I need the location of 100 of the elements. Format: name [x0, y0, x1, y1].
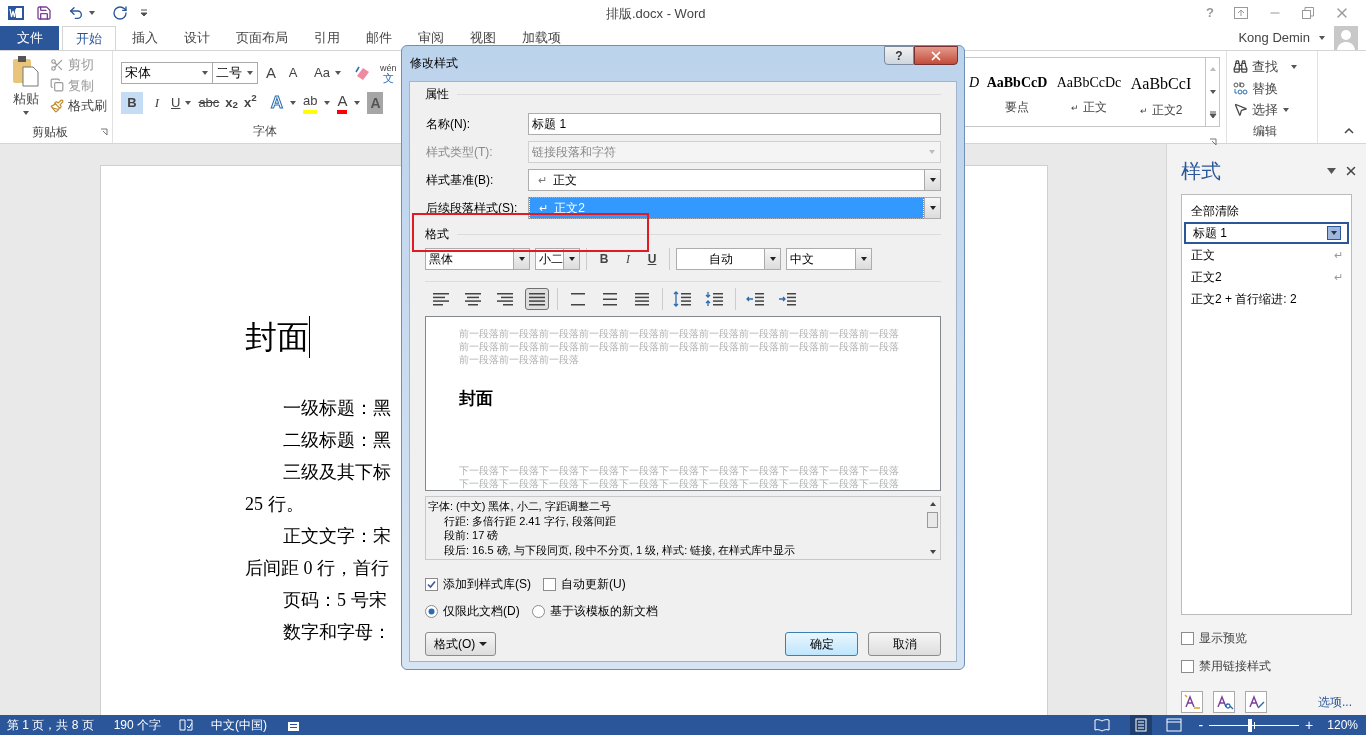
- gallery-scrollbar[interactable]: [1205, 58, 1219, 126]
- name-field[interactable]: 标题 1: [528, 113, 941, 135]
- undo-icon[interactable]: [68, 5, 84, 21]
- size-dropdown[interactable]: 小二: [535, 248, 580, 270]
- dropdown-button[interactable]: [924, 198, 940, 218]
- style-list-item[interactable]: 正文2 + 首行缩进: 2: [1184, 288, 1349, 310]
- style-gallery-item[interactable]: D: [967, 58, 981, 126]
- font-size-box[interactable]: 二号: [212, 62, 258, 84]
- zoom-level[interactable]: 120%: [1327, 716, 1358, 734]
- language-indicator[interactable]: 中文(中国): [211, 716, 268, 734]
- subscript-button[interactable]: x$_{2}$: [225, 92, 239, 114]
- help-button[interactable]: ?: [884, 46, 914, 65]
- checkbox-option[interactable]: 显示预览: [1181, 629, 1352, 647]
- scroll-down-icon[interactable]: [1208, 88, 1217, 96]
- read-mode-icon[interactable]: [1094, 718, 1111, 732]
- checkbox[interactable]: [1181, 659, 1194, 673]
- slider-thumb[interactable]: [1247, 718, 1252, 732]
- ribbon-tab[interactable]: 加载项: [509, 26, 574, 50]
- bold-button[interactable]: B: [121, 92, 143, 114]
- ribbon-tab[interactable]: 引用: [301, 26, 353, 50]
- strikethrough-button[interactable]: abc: [198, 92, 220, 114]
- zoom-slider[interactable]: [1209, 718, 1300, 732]
- close-button[interactable]: [914, 46, 958, 65]
- dropdown-button[interactable]: [764, 249, 780, 269]
- font-name-box[interactable]: 宋体: [121, 62, 213, 84]
- dropdown-button[interactable]: [563, 249, 579, 269]
- color-dropdown[interactable]: 自动: [676, 248, 781, 270]
- dropdown-button[interactable]: [513, 249, 529, 269]
- word-logo-icon[interactable]: [8, 5, 24, 21]
- customize-icon[interactable]: [140, 9, 148, 17]
- language-dropdown[interactable]: 中文: [786, 248, 872, 270]
- dropdown-button[interactable]: [855, 249, 871, 269]
- zoom-out-button[interactable]: -: [1198, 714, 1204, 735]
- format-painter-button[interactable]: 格式刷: [50, 96, 107, 116]
- style-list-item[interactable]: 全部清除: [1184, 200, 1349, 222]
- print-layout-icon[interactable]: [1130, 715, 1153, 735]
- shrink-font-button[interactable]: A: [284, 62, 302, 84]
- style-list-item[interactable]: 标题 1: [1184, 222, 1349, 244]
- options-link[interactable]: 选项...: [1318, 693, 1352, 711]
- ribbon-tab[interactable]: 插入: [119, 26, 171, 50]
- ok-button[interactable]: 确定: [785, 632, 858, 656]
- font-dropdown[interactable]: 黑体: [425, 248, 530, 270]
- checkbox-option[interactable]: 添加到样式库(S): [425, 575, 531, 593]
- file-tab[interactable]: 文件: [0, 26, 59, 50]
- underline-button[interactable]: U: [171, 92, 193, 114]
- page-count[interactable]: 第 1 页，共 8 页: [7, 716, 94, 734]
- proofing-icon[interactable]: [179, 718, 194, 732]
- change-case-button[interactable]: Aa: [314, 62, 342, 84]
- checkbox[interactable]: [543, 577, 556, 591]
- radio-button[interactable]: [531, 604, 545, 618]
- ribbon-tab[interactable]: 开始: [62, 26, 116, 50]
- superscript-button[interactable]: x$^{2}$: [244, 92, 257, 114]
- word-count[interactable]: 190 个字: [113, 716, 162, 734]
- save-icon[interactable]: [36, 5, 52, 21]
- ribbon-tab[interactable]: 审阅: [405, 26, 457, 50]
- replace-button[interactable]: 替换: [1233, 78, 1317, 98]
- scroll-thumb[interactable]: [927, 512, 938, 528]
- dropdown-button[interactable]: [1327, 226, 1341, 240]
- checkbox-option[interactable]: 禁用链接样式: [1181, 657, 1352, 675]
- radio-option[interactable]: 基于该模板的新文档: [531, 602, 658, 620]
- redo-icon[interactable]: [112, 5, 128, 21]
- eraser-icon[interactable]: [353, 64, 372, 82]
- close-icon[interactable]: [1344, 164, 1358, 178]
- radio-option[interactable]: 仅限此文档(D): [425, 602, 520, 620]
- italic-button[interactable]: I: [617, 250, 639, 268]
- style-list-item[interactable]: 正文2 ↵: [1184, 266, 1349, 288]
- style-gallery-item[interactable]: AaBbCcI ↵ 正文2: [1125, 58, 1197, 126]
- select-button[interactable]: 选择: [1233, 100, 1317, 120]
- collapse-ribbon-icon[interactable]: [1344, 127, 1354, 135]
- expand-gallery-icon[interactable]: [1208, 110, 1217, 119]
- find-button[interactable]: 查找: [1233, 57, 1317, 77]
- restore-icon[interactable]: [1302, 7, 1314, 19]
- zoom-in-button[interactable]: +: [1305, 714, 1314, 735]
- paragraph-format-button[interactable]: [525, 288, 549, 310]
- grow-font-button[interactable]: A: [262, 62, 280, 84]
- checkbox-option[interactable]: 自动更新(U): [543, 575, 626, 593]
- italic-button[interactable]: I: [149, 92, 165, 114]
- dropdown-button[interactable]: [924, 170, 940, 190]
- user-name[interactable]: Kong Demin: [1238, 28, 1310, 48]
- style-gallery-item[interactable]: AaBbCcD 要点: [981, 58, 1053, 126]
- highlight-button[interactable]: ab: [303, 92, 318, 114]
- ribbon-tab[interactable]: 邮件: [353, 26, 405, 50]
- manage-styles-icon[interactable]: [1245, 691, 1267, 713]
- ribbon-tab[interactable]: 设计: [171, 26, 223, 50]
- style-list-item[interactable]: 正文 ↵: [1184, 244, 1349, 266]
- launcher-icon[interactable]: [1209, 138, 1217, 146]
- checkbox[interactable]: [425, 577, 438, 591]
- checkbox[interactable]: [1181, 631, 1194, 645]
- scroll-down-icon[interactable]: [928, 548, 937, 556]
- style-dropdown[interactable]: ↵ 正文: [528, 169, 941, 191]
- launcher-icon[interactable]: [100, 128, 108, 136]
- paste-button[interactable]: 粘贴: [10, 55, 42, 117]
- web-layout-icon[interactable]: [1166, 718, 1183, 732]
- ribbon-display-icon[interactable]: [1234, 7, 1248, 19]
- new-style-icon[interactable]: [1181, 691, 1203, 713]
- underline-button[interactable]: U: [641, 250, 663, 268]
- radio-button[interactable]: [425, 604, 438, 618]
- format-menu-button[interactable]: 格式(O): [425, 632, 497, 656]
- cancel-button[interactable]: 取消: [868, 632, 941, 656]
- bold-button[interactable]: B: [593, 250, 615, 268]
